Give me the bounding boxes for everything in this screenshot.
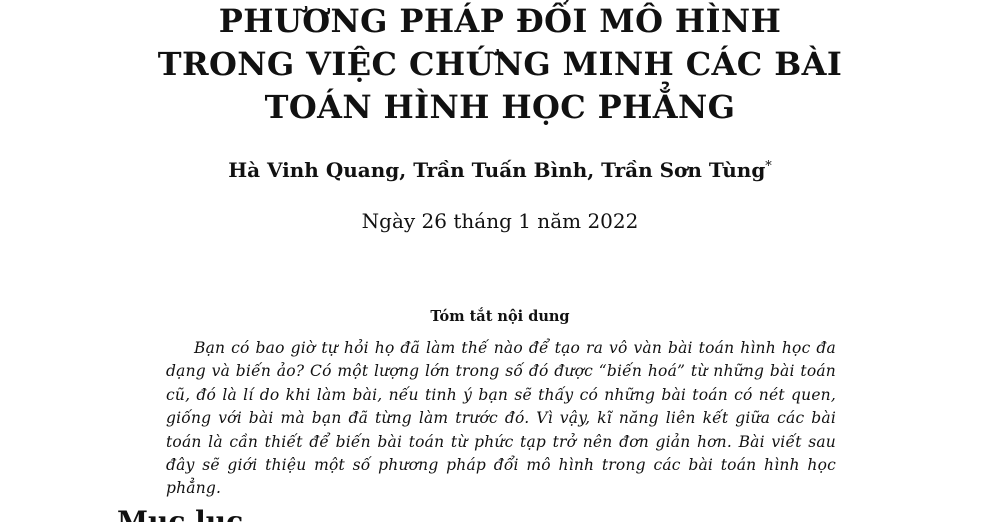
paper-page: PHƯƠNG PHÁP ĐỔI MÔ HÌNH TRONG VIỆC CHỨNG… [0,0,1000,522]
title-line-2: TRONG VIỆC CHỨNG MINH CÁC BÀI [157,45,843,83]
publication-date: Ngày 26 tháng 1 năm 2022 [361,209,639,233]
abstract-text: Bạn có bao giờ tự hỏi họ đã làm thế nào … [166,339,836,498]
author-footnote-mark: * [765,159,772,174]
author-list: Hà Vinh Quang, Trần Tuấn Bình, Trần Sơn … [100,156,900,184]
paper-title: PHƯƠNG PHÁP ĐỔI MÔ HÌNH TRONG VIỆC CHỨNG… [100,0,900,129]
author-names: Hà Vinh Quang, Trần Tuấn Bình, Trần Sơn … [228,158,766,182]
section-heading-contents: Mục lục [117,505,244,522]
title-line-3: TOÁN HÌNH HỌC PHẲNG [264,88,736,126]
title-line-1: PHƯƠNG PHÁP ĐỔI MÔ HÌNH [218,2,782,40]
abstract-heading: Tóm tắt nội dung [430,308,570,325]
